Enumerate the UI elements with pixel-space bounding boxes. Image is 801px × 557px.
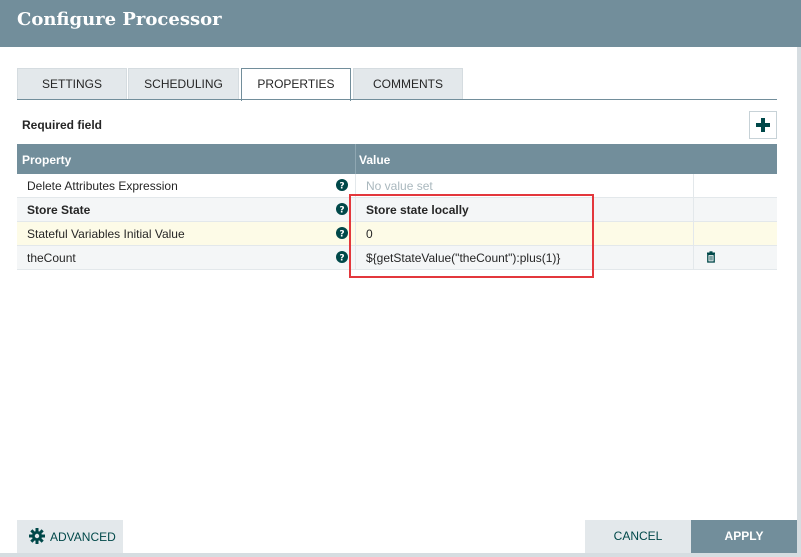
cell-divider <box>693 174 694 198</box>
cancel-button[interactable]: CANCEL <box>585 520 691 553</box>
property-row-thecount[interactable]: theCount ? ${getStateValue("theCount"):p… <box>17 246 777 270</box>
svg-text:?: ? <box>339 182 344 192</box>
required-field-label: Required field <box>22 118 103 132</box>
plus-icon <box>756 118 770 132</box>
dialog-edge <box>797 47 801 557</box>
apply-button[interactable]: APPLY <box>691 520 797 553</box>
dialog-title: Configure Processor <box>17 9 222 30</box>
dialog-bottom-edge <box>0 553 801 557</box>
help-icon[interactable]: ? <box>336 227 348 239</box>
tab-settings[interactable]: SETTINGS <box>17 68 127 100</box>
cell-divider <box>355 246 356 270</box>
help-icon[interactable]: ? <box>336 251 348 263</box>
column-header-property: Property <box>22 153 72 167</box>
property-name: Delete Attributes Expression <box>27 179 178 193</box>
cell-divider <box>693 198 694 222</box>
add-property-button[interactable] <box>749 111 777 139</box>
property-value[interactable]: No value set <box>366 179 433 193</box>
property-name: Store State <box>27 203 91 217</box>
help-icon[interactable]: ? <box>336 179 348 191</box>
tab-scheduling[interactable]: SCHEDULING <box>128 68 239 100</box>
cell-divider <box>693 246 694 270</box>
advanced-button[interactable]: ADVANCED <box>17 520 123 553</box>
cell-divider <box>693 222 694 246</box>
svg-text:?: ? <box>339 230 344 240</box>
property-row-delete-attributes-expression[interactable]: Delete Attributes Expression ? No value … <box>17 174 777 198</box>
dialog-header: Configure Processor <box>0 0 801 47</box>
column-divider <box>355 144 356 174</box>
property-row-store-state[interactable]: Store State ? Store state locally <box>17 198 777 222</box>
property-name: Stateful Variables Initial Value <box>27 227 185 241</box>
tab-bar: SETTINGS SCHEDULING PROPERTIES COMMENTS <box>17 68 777 101</box>
property-value[interactable]: 0 <box>366 227 373 241</box>
svg-text:?: ? <box>339 254 344 264</box>
tab-divider <box>17 99 777 100</box>
cell-divider <box>355 174 356 198</box>
svg-text:?: ? <box>339 206 344 216</box>
gear-icon <box>29 528 45 544</box>
advanced-button-label: ADVANCED <box>50 530 116 544</box>
trash-icon[interactable] <box>705 251 717 263</box>
tab-comments[interactable]: COMMENTS <box>353 68 463 100</box>
cell-divider <box>355 222 356 246</box>
property-value[interactable]: Store state locally <box>366 203 469 217</box>
properties-table-header: Property Value <box>17 144 777 174</box>
cell-divider <box>355 198 356 222</box>
property-name: theCount <box>27 251 76 265</box>
help-icon[interactable]: ? <box>336 203 348 215</box>
tab-properties[interactable]: PROPERTIES <box>241 68 351 101</box>
properties-table: Delete Attributes Expression ? No value … <box>17 174 777 270</box>
property-value[interactable]: ${getStateValue("theCount"):plus(1)} <box>366 251 560 265</box>
property-row-stateful-variables-initial-value[interactable]: Stateful Variables Initial Value ? 0 <box>17 222 777 246</box>
column-header-value: Value <box>359 153 391 167</box>
